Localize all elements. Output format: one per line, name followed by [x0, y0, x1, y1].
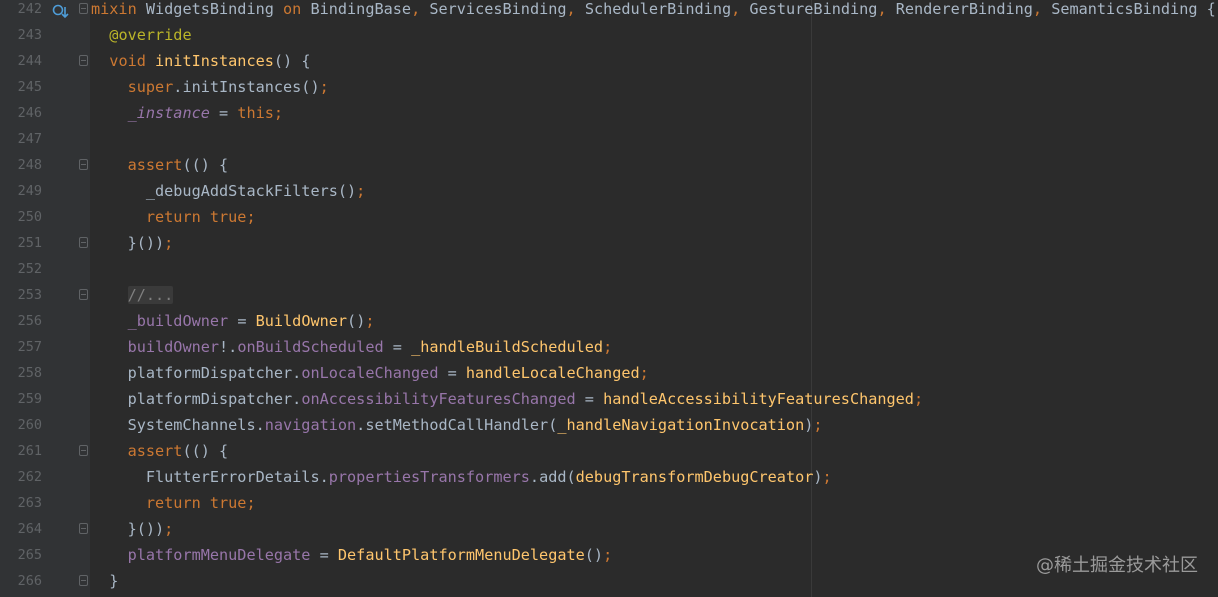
line-number: 244 — [17, 53, 42, 69]
line-number: 261 — [17, 443, 42, 459]
code-line[interactable]: 249 _debugAddStackFilters(); — [0, 178, 1218, 204]
line-number: 260 — [17, 417, 42, 433]
line-number: 248 — [17, 157, 42, 173]
fold-toggle-icon[interactable] — [79, 159, 88, 170]
line-number: 251 — [17, 235, 42, 251]
line-number: 259 — [17, 391, 42, 407]
code-text: //... — [127, 286, 174, 304]
line-number: 262 — [17, 469, 42, 485]
line-number: 265 — [17, 547, 42, 563]
code-text: }()); — [91, 520, 174, 538]
code-text: _instance = this; — [127, 104, 284, 122]
code-text: mixin WidgetsBinding on BindingBase, Ser… — [91, 0, 1216, 18]
fold-toggle-icon[interactable] — [79, 289, 88, 300]
line-number: 263 — [17, 495, 42, 511]
line-number: 266 — [17, 573, 42, 589]
code-editor[interactable]: 242 mixin WidgetsBinding on BindingBase, … — [0, 0, 1218, 597]
code-line[interactable]: 253 //... — [0, 282, 1218, 308]
code-line[interactable]: 246 _instance = this; — [0, 100, 1218, 126]
code-text: }()); — [91, 234, 174, 252]
fold-toggle-icon[interactable] — [79, 3, 88, 14]
code-text: } — [91, 572, 119, 590]
code-text: SystemChannels.navigation.setMethodCallH… — [91, 416, 823, 434]
watermark: @稀土掘金技术社区 — [1036, 555, 1198, 576]
code-line[interactable]: 261 assert(() { — [0, 438, 1218, 464]
line-number: 245 — [17, 79, 42, 95]
line-number: 243 — [17, 27, 42, 43]
code-line[interactable]: 248 assert(() { — [0, 152, 1218, 178]
code-text: return true; — [145, 208, 256, 226]
code-line[interactable]: 244 void initInstances() { — [0, 48, 1218, 74]
code-line[interactable]: 257 buildOwner!.onBuildScheduled = _hand… — [0, 334, 1218, 360]
fold-toggle-icon[interactable] — [79, 445, 88, 456]
line-number: 264 — [17, 521, 42, 537]
line-number: 253 — [17, 287, 42, 303]
code-text: _debugAddStackFilters(); — [91, 182, 366, 200]
line-number: 252 — [17, 261, 42, 277]
code-text: _buildOwner = BuildOwner(); — [127, 312, 375, 330]
line-number: 250 — [17, 209, 42, 225]
code-line[interactable]: 245 super.initInstances(); — [0, 74, 1218, 100]
line-number: 249 — [17, 183, 42, 199]
line-number: 258 — [17, 365, 42, 381]
code-line[interactable]: 256 _buildOwner = BuildOwner(); — [0, 308, 1218, 334]
line-number: 256 — [17, 313, 42, 329]
code-text: platformDispatcher.onAccessibilityFeatur… — [91, 390, 924, 408]
line-number: 257 — [17, 339, 42, 355]
line-number: 247 — [17, 131, 42, 147]
code-text: return true; — [145, 494, 256, 512]
code-text: super.initInstances(); — [127, 78, 329, 96]
code-text: platformDispatcher.onLocaleChanged = han… — [91, 364, 649, 382]
code-line[interactable]: 262 FlutterErrorDetails.propertiesTransf… — [0, 464, 1218, 490]
fold-toggle-icon[interactable] — [79, 237, 88, 248]
code-text: assert(() { — [127, 156, 229, 174]
line-number: 246 — [17, 105, 42, 121]
code-text: void initInstances() { — [109, 52, 311, 70]
line-number: 242 — [17, 1, 42, 17]
code-line[interactable]: 252 — [0, 256, 1218, 282]
code-line[interactable]: 264 }()); — [0, 516, 1218, 542]
code-text: buildOwner!.onBuildScheduled = _handleBu… — [127, 338, 613, 356]
code-text: @override — [109, 26, 192, 44]
code-text: platformMenuDelegate = DefaultPlatformMe… — [127, 546, 613, 564]
code-line[interactable]: 263 return true; — [0, 490, 1218, 516]
code-text: assert(() { — [127, 442, 229, 460]
code-line[interactable]: 260 SystemChannels.navigation.setMethodC… — [0, 412, 1218, 438]
code-line[interactable]: 243 @override — [0, 22, 1218, 48]
code-line[interactable]: 259 platformDispatcher.onAccessibilityFe… — [0, 386, 1218, 412]
fold-toggle-icon[interactable] — [79, 55, 88, 66]
code-line[interactable]: 247 — [0, 126, 1218, 152]
code-line[interactable]: 250 return true; — [0, 204, 1218, 230]
code-text: FlutterErrorDetails.propertiesTransforme… — [91, 468, 832, 486]
code-line[interactable]: 251 }()); — [0, 230, 1218, 256]
code-line[interactable]: 258 platformDispatcher.onLocaleChanged =… — [0, 360, 1218, 386]
fold-toggle-icon[interactable] — [79, 523, 88, 534]
fold-toggle-icon[interactable] — [79, 575, 88, 586]
implemented-marker-icon[interactable] — [51, 3, 69, 21]
code-line[interactable]: 242 mixin WidgetsBinding on BindingBase, … — [0, 0, 1218, 22]
